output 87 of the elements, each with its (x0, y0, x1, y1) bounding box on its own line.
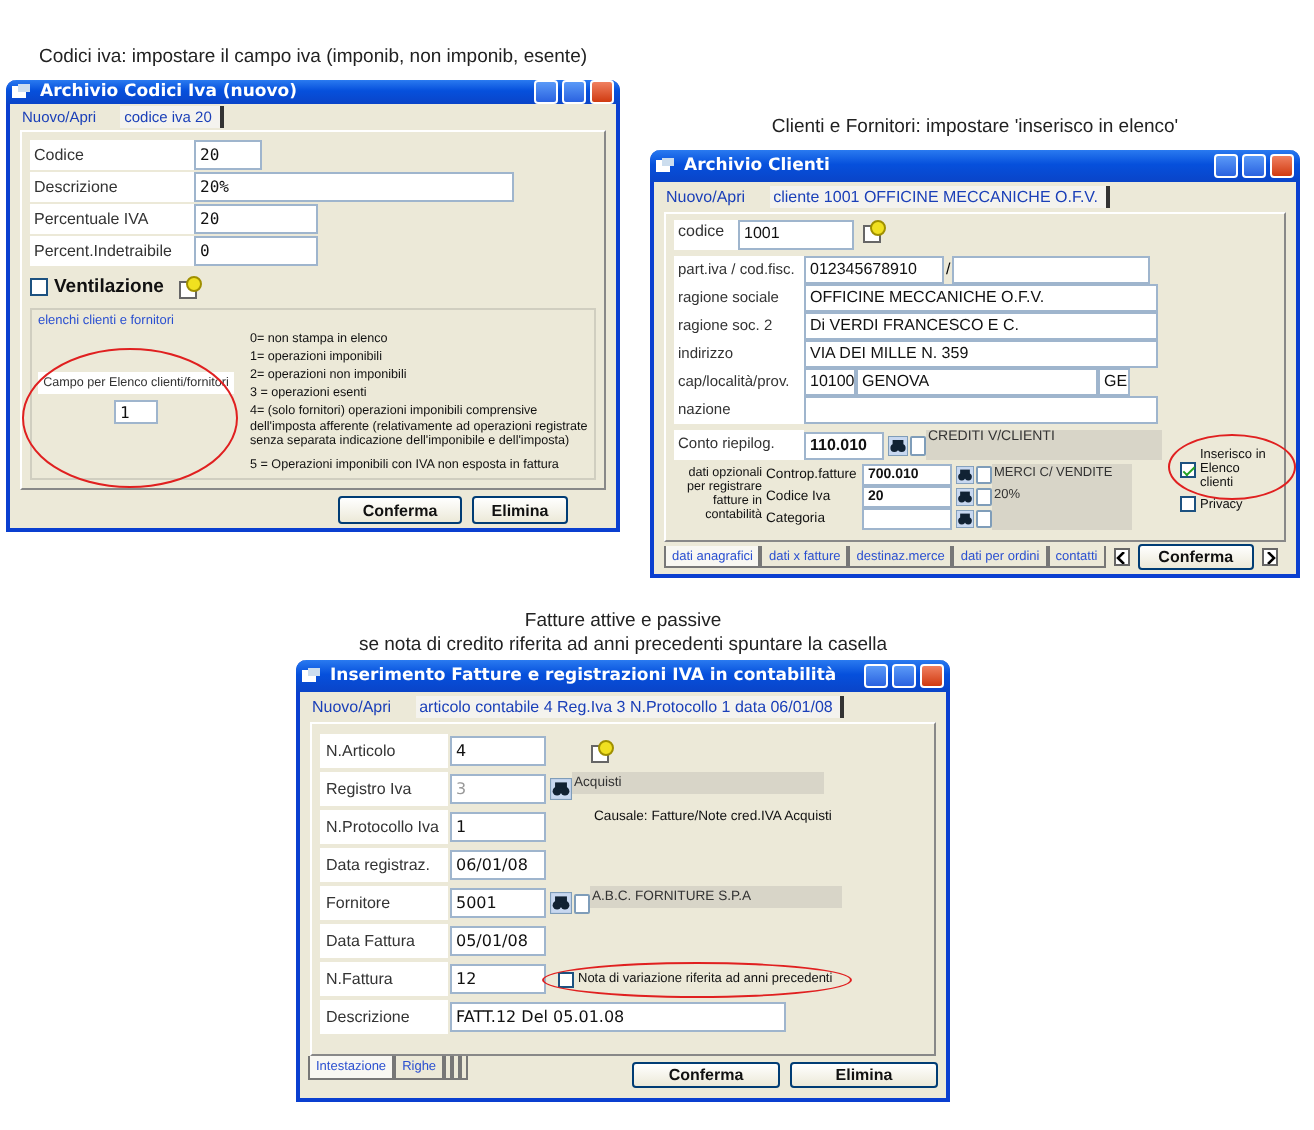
window-title: Archivio Clienti (684, 156, 832, 176)
app-icon (12, 84, 30, 100)
input-field[interactable]: 1001 (738, 220, 854, 250)
input-field[interactable]: 20 (194, 140, 262, 170)
field-label: Codice (30, 140, 194, 170)
input-field[interactable]: 20% (194, 172, 514, 202)
input-field[interactable]: 20 (194, 204, 318, 234)
input-field[interactable]: 10100 (804, 368, 856, 396)
help-icon[interactable] (177, 275, 202, 299)
chevron-right-icon (1265, 551, 1276, 563)
input-field[interactable]: 05/01/08 (450, 926, 546, 956)
checkbox-label: Ventilazione (54, 276, 164, 298)
separator-text: / (944, 258, 953, 282)
binoculars-icon[interactable] (888, 435, 908, 455)
confirm-button[interactable]: Conferma (1137, 544, 1255, 570)
input-field[interactable]: 1 (450, 812, 546, 842)
field-label: N.Fattura (320, 962, 448, 996)
field-label: Percent.Indetraibile (30, 236, 194, 266)
input-field[interactable]: FATT.12 Del 05.01.08 (450, 1002, 786, 1032)
field-label: Data registraz. (320, 848, 448, 882)
input-field[interactable]: 12 (450, 964, 546, 994)
input-field[interactable]: OFFICINE MECCANICHE O.F.V. (804, 284, 1158, 312)
delete-button[interactable]: Elimina (790, 1062, 938, 1088)
input-field[interactable]: GENOVA (856, 368, 1098, 396)
input-field[interactable]: Di VERDI FRANCESCO E C. (804, 312, 1158, 340)
input-field[interactable]: GE (1098, 368, 1130, 396)
maximize-button[interactable] (1242, 154, 1266, 178)
field-label: codice (674, 220, 738, 250)
description-text (992, 508, 1132, 530)
field-label: Descrizione (320, 1000, 448, 1034)
minimize-button[interactable] (534, 80, 558, 104)
caption: Clienti e Fornitori: impostare 'inserisco in elenco' (771, 114, 1179, 142)
field-label: N.Protocollo Iva (320, 810, 448, 844)
chevron-left-icon (1116, 551, 1127, 563)
blank-tab[interactable] (460, 1056, 469, 1080)
field-label: Registro Iva (320, 772, 448, 806)
caption: se nota di credito riferita ad anni precedenti spuntare la casella (358, 634, 888, 658)
checkbox[interactable] (30, 278, 48, 296)
checkbox[interactable] (1180, 496, 1196, 512)
field-label: N.Articolo (320, 734, 448, 768)
blank-tab[interactable] (444, 1056, 453, 1080)
app-icon (302, 668, 320, 684)
input-field[interactable] (862, 508, 952, 530)
input-field[interactable]: 012345678910 (804, 256, 944, 284)
field-label: Data Fattura (320, 924, 448, 958)
field-label: Descrizione (30, 172, 194, 202)
tab[interactable]: Nuovo/Apri (662, 186, 758, 208)
binoculars-icon[interactable] (550, 892, 572, 914)
next-button[interactable] (1262, 548, 1278, 566)
delete-button[interactable]: Elimina (472, 496, 568, 524)
tab[interactable]: Nuovo/Apri (308, 696, 404, 718)
window-title: Inserimento Fatture e registrazioni IVA in contabilità (330, 666, 839, 686)
caption: Codici iva: impostare il campo iva (imponib, non imponib, esente) (38, 44, 588, 72)
binoculars-icon[interactable] (956, 488, 974, 506)
close-button[interactable] (1270, 154, 1294, 178)
input-field[interactable]: 4 (450, 736, 546, 766)
previous-button[interactable] (1113, 548, 1130, 566)
checkbox[interactable] (1180, 461, 1196, 477)
binoculars-icon[interactable] (956, 510, 974, 528)
field-label: Percentuale IVA (30, 204, 194, 234)
confirm-button[interactable]: Conferma (632, 1062, 780, 1088)
input-field[interactable]: 5001 (450, 888, 546, 918)
input-field[interactable]: VIA DEI MILLE N. 359 (804, 340, 1158, 368)
maximize-button[interactable] (892, 664, 916, 688)
input-field[interactable] (804, 396, 1158, 424)
binoculars-icon[interactable] (956, 466, 974, 484)
input-field[interactable]: 06/01/08 (450, 850, 546, 880)
window-title: Archivio Codici Iva (nuovo) (40, 82, 300, 102)
maximize-button[interactable] (562, 80, 586, 104)
input-field[interactable]: 110.010 (804, 431, 884, 459)
tab[interactable]: cliente 1001 OFFICINE MECCANICHE O.F.V. (769, 186, 1110, 208)
minimize-button[interactable] (1214, 154, 1238, 178)
tab[interactable]: articolo contabile 4 Reg.Iva 3 N.Protocollo 1 data 06/01/08 (415, 696, 845, 718)
field-label: Fornitore (320, 886, 448, 920)
checkbox[interactable] (558, 971, 574, 987)
caption: Fatture attive e passive (524, 610, 722, 634)
input-field[interactable]: 1 (114, 400, 158, 424)
input-field[interactable] (952, 256, 1151, 284)
help-icon[interactable] (590, 739, 614, 763)
close-button[interactable] (590, 80, 614, 104)
help-icon[interactable] (862, 220, 886, 244)
input-field[interactable]: 0 (194, 236, 318, 266)
confirm-button[interactable]: Conferma (338, 496, 462, 524)
close-button[interactable] (920, 664, 944, 688)
app-icon (656, 158, 674, 174)
minimize-button[interactable] (864, 664, 888, 688)
blank-tab[interactable] (452, 1056, 461, 1080)
